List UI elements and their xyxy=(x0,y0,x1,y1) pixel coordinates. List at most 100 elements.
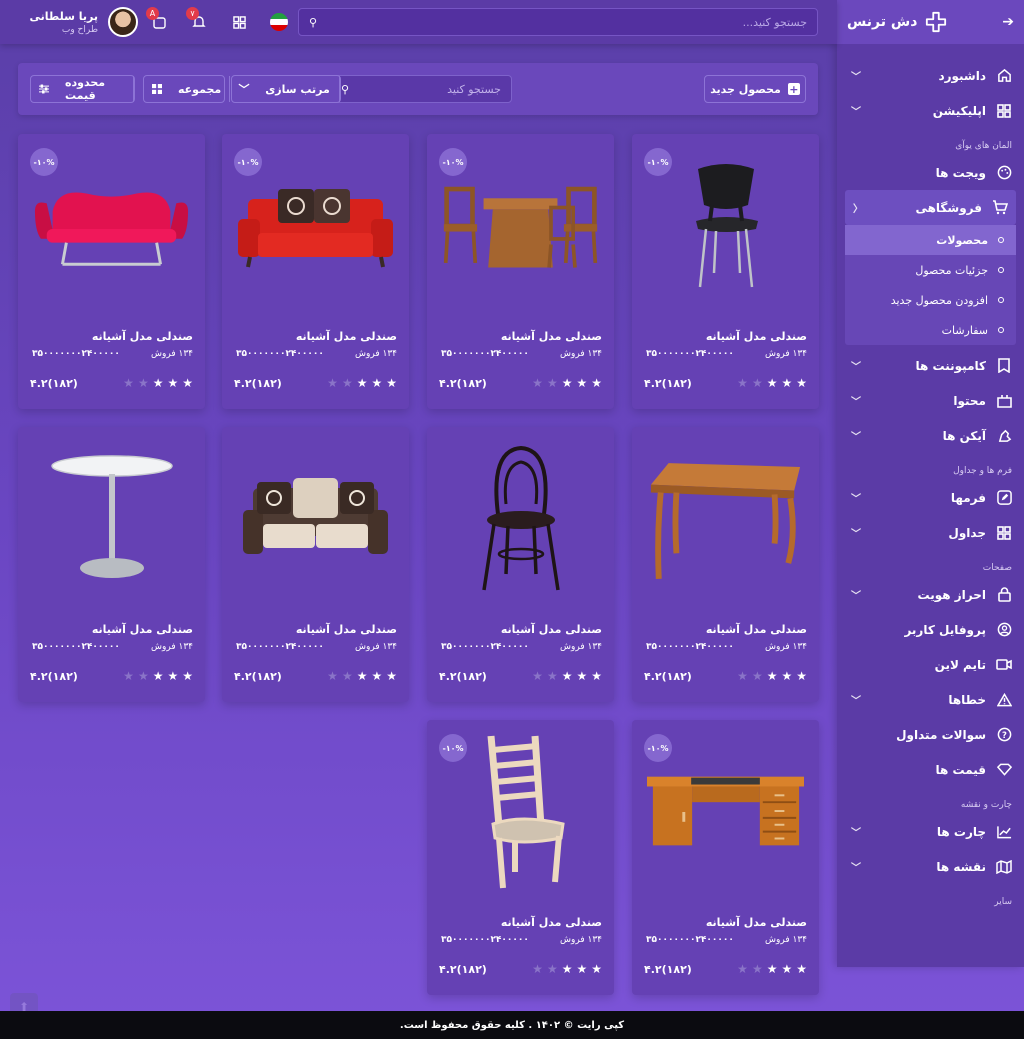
price-range-button[interactable]: محدوده قیمت xyxy=(30,75,135,103)
chevron-down-icon: ﹀ xyxy=(851,591,861,602)
sidebar-item-widgets[interactable]: ویجت ها xyxy=(837,155,1024,190)
rating-value: (۱۸۲)۴.۲ xyxy=(644,669,692,683)
product-title: صندلی مدل آشیانه xyxy=(500,330,602,343)
section-title-other: سایر xyxy=(994,897,1012,907)
apps-icon xyxy=(996,103,1012,119)
sidebar-item-tables[interactable]: جداول ﹀ xyxy=(837,515,1024,550)
product-title: صندلی مدل آشیانه xyxy=(705,623,807,636)
sidebar-item-faq[interactable]: ? سوالات متداول xyxy=(837,717,1024,752)
star-rating: ★ ★ ★ ★ ★ xyxy=(737,962,807,976)
sold-count: ۱۳۴ فروش xyxy=(560,642,602,652)
sold-count: ۱۳۴ فروش xyxy=(151,349,193,359)
sidebar-item-errors[interactable]: خطاها ﹀ xyxy=(837,682,1024,717)
set-label: مجموعه xyxy=(170,76,231,102)
product-image-dining-set xyxy=(442,156,599,296)
avatar xyxy=(108,7,138,37)
sidebar-item-timeline[interactable]: تایم لاین xyxy=(837,647,1024,682)
price: ۳۵۰۰۰۰۰۰۰۲۴۰۰۰۰۰ xyxy=(441,935,529,945)
circle-icon xyxy=(998,327,1004,333)
sidebar-item-apps[interactable]: اپلیکیشن ﹀ xyxy=(837,93,1024,128)
user-profile[interactable]: پریا سلطانی طراح وب xyxy=(18,0,138,44)
product-search-input[interactable]: جستجو کنید xyxy=(447,83,501,96)
chevron-down-icon: ﹀ xyxy=(851,72,861,83)
sidebar-item-label: قیمت ها xyxy=(935,762,986,777)
rating-value: (۱۸۲)۴.۲ xyxy=(644,962,692,976)
global-search[interactable]: جستجو کنید... ⚲ xyxy=(298,8,818,36)
sidebar-item-label: ویجت ها xyxy=(935,165,986,180)
sidebar-item-icons[interactable]: آیکن ها ﹀ xyxy=(837,418,1024,453)
product-card[interactable]: -۱۰% صندلی مدل آشیانه ۱۳۴ فروش ۳۵۰۰۰۰۰۰۰۲… xyxy=(427,134,614,409)
diamond-icon xyxy=(996,762,1012,778)
product-card[interactable]: -۱۰% صندلی مدل آشیانه ۱۳۴ فروش ۳۵۰۰۰۰۰۰۰۲… xyxy=(222,134,409,409)
product-image-bentwood-chair xyxy=(442,445,599,591)
star-rating: ★ ★ ★ ★ ★ xyxy=(123,376,193,390)
submenu-item-add-product[interactable]: افزودن محصول جدید xyxy=(845,285,1016,315)
brand[interactable]: دش ترنس xyxy=(847,11,947,33)
home-icon xyxy=(996,68,1012,84)
sidebar-item-dashboard[interactable]: داشبورد ﹀ xyxy=(837,58,1024,93)
rating-value: (۱۸۲)۴.۲ xyxy=(234,376,282,390)
submenu-label: افزودن محصول جدید xyxy=(890,293,988,307)
lock-icon xyxy=(996,587,1012,603)
sort-dropdown[interactable]: ﹀ مرتب سازی xyxy=(231,75,341,103)
sold-count: ۱۳۴ فروش xyxy=(355,642,397,652)
product-image-red-sofa xyxy=(237,156,394,296)
product-card[interactable]: -۱۰% صندلی مدل آشیانه ۱۳۴ فروش ۳۵۰۰۰۰۰۰۰۲… xyxy=(632,720,819,995)
bell-icon[interactable]: ۷ xyxy=(186,7,208,31)
product-card[interactable]: -۱۰% صندلی مدل آشیانه ۱۳۴ فروش ۳۵۰۰۰۰۰۰۰۲… xyxy=(632,134,819,409)
chart-icon xyxy=(996,824,1012,840)
sidebar-item-profile[interactable]: پروفایل کاربر xyxy=(837,612,1024,647)
hand-icon xyxy=(996,428,1012,444)
search-input[interactable]: جستجو کنید... xyxy=(743,16,807,29)
sidebar-item-label: فرمها xyxy=(950,490,986,505)
sidebar-item-shop[interactable]: فروشگاهی 〈 xyxy=(845,190,1016,225)
sidebar-item-pricing[interactable]: قیمت ها xyxy=(837,752,1024,787)
new-product-button[interactable]: + محصول جدید xyxy=(704,75,806,103)
price: ۳۵۰۰۰۰۰۰۰۲۴۰۰۰۰۰ xyxy=(32,349,120,359)
submenu-item-orders[interactable]: سفارشات xyxy=(845,315,1016,345)
edit-icon xyxy=(996,490,1012,506)
arrow-right-icon[interactable]: ➔ xyxy=(1002,14,1014,30)
product-card[interactable]: صندلی مدل آشیانه ۱۳۴ فروش ۳۵۰۰۰۰۰۰۰۲۴۰۰۰۰… xyxy=(427,427,614,702)
product-card[interactable]: -۱۰% صندلی مدل آشیانه ۱۳۴ فروش ۳۵۰۰۰۰۰۰۰۲… xyxy=(18,134,205,409)
product-title: صندلی مدل آشیانه xyxy=(295,330,397,343)
price: ۳۵۰۰۰۰۰۰۰۲۴۰۰۰۰۰ xyxy=(236,349,324,359)
product-toolbar: + محصول جدید جستجو کنید ⚲ ﹀ مرتب سازی مج… xyxy=(18,63,818,115)
sidebar-item-auth[interactable]: احراز هویت ﹀ xyxy=(837,577,1024,612)
sidebar-item-charts[interactable]: چارت ها ﹀ xyxy=(837,814,1024,849)
sliders-icon xyxy=(31,76,57,102)
sidebar-item-maps[interactable]: نقشه ها ﹀ xyxy=(837,849,1024,884)
product-card[interactable]: صندلی مدل آشیانه ۱۳۴ فروش ۳۵۰۰۰۰۰۰۰۲۴۰۰۰۰… xyxy=(222,427,409,702)
sidebar-item-components[interactable]: کامپوننت ها ﹀ xyxy=(837,348,1024,383)
sidebar-item-forms[interactable]: فرمها ﹀ xyxy=(837,480,1024,515)
price: ۳۵۰۰۰۰۰۰۰۲۴۰۰۰۰۰ xyxy=(441,642,529,652)
star-rating: ★ ★ ★ ★ ★ xyxy=(737,376,807,390)
product-card[interactable]: صندلی مدل آشیانه ۱۳۴ فروش ۳۵۰۰۰۰۰۰۰۲۴۰۰۰۰… xyxy=(632,427,819,702)
iran-flag-icon[interactable] xyxy=(270,13,288,31)
chevron-down-icon: ﹀ xyxy=(851,529,861,540)
set-button[interactable]: مجموعه xyxy=(143,75,231,103)
submenu-label: سفارشات xyxy=(941,323,988,337)
chevron-down-icon: ﹀ xyxy=(851,494,861,505)
star-rating: ★ ★ ★ ★ ★ xyxy=(327,669,397,683)
sidebar-item-content[interactable]: محتوا ﹀ xyxy=(837,383,1024,418)
sidebar-menu: داشبورد ﹀ اپلیکیشن ﹀ المان های یوآی ویجت… xyxy=(837,44,1024,911)
sidebar-item-label: اپلیکیشن xyxy=(932,103,986,118)
product-image-ladder-chair xyxy=(442,735,599,889)
rating-value: (۱۸۲)۴.۲ xyxy=(30,669,78,683)
submenu-item-products[interactable]: محصولات xyxy=(845,225,1016,255)
palette-icon xyxy=(996,165,1012,181)
table-icon xyxy=(996,525,1012,541)
product-search[interactable]: جستجو کنید ⚲ xyxy=(330,75,512,103)
warning-icon xyxy=(996,692,1012,708)
rating-value: (۱۸۲)۴.۲ xyxy=(439,376,487,390)
sidebar-item-label: احراز هویت xyxy=(917,587,986,602)
translate-icon[interactable]: A xyxy=(146,7,168,31)
product-card[interactable]: -۱۰% صندلی مدل آشیانه ۱۳۴ فروش ۳۵۰۰۰۰۰۰۰۲… xyxy=(427,720,614,995)
submenu-item-product-details[interactable]: جزئیات محصول xyxy=(845,255,1016,285)
section-title-pages: صفحات xyxy=(982,563,1012,573)
product-title: صندلی مدل آشیانه xyxy=(705,916,807,929)
grid-icon[interactable] xyxy=(230,13,248,31)
product-card[interactable]: صندلی مدل آشیانه ۱۳۴ فروش ۳۵۰۰۰۰۰۰۰۲۴۰۰۰۰… xyxy=(18,427,205,702)
star-rating: ★ ★ ★ ★ ★ xyxy=(532,962,602,976)
